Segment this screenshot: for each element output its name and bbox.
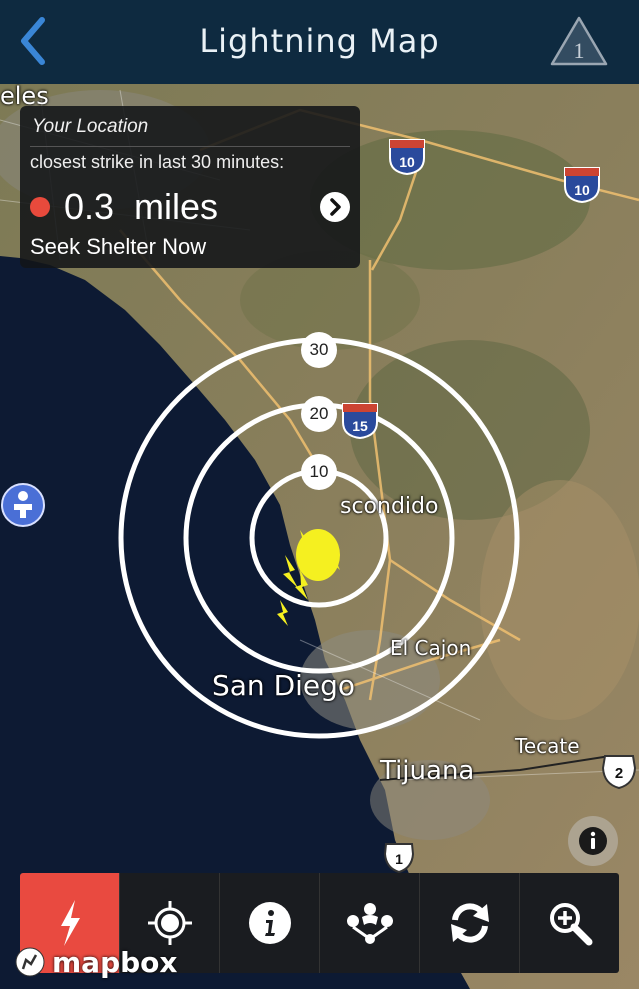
user-location-pin-icon[interactable] [0, 482, 46, 528]
interstate-10-shield: 10 [564, 167, 600, 204]
highway-number: 15 [352, 418, 368, 434]
place-label: scondido [340, 494, 439, 519]
zoom-icon [549, 903, 592, 946]
divider [30, 146, 350, 147]
locate-icon [147, 901, 192, 945]
page-title: Lightning Map [199, 22, 440, 60]
refresh-icon [450, 903, 489, 943]
chevron-right-icon [330, 198, 341, 216]
location-info-panel: Your Location closest strike in last 30 … [20, 106, 360, 268]
details-button[interactable] [320, 192, 350, 222]
distance-unit: miles [134, 186, 219, 227]
warning-triangle-icon: 1 [550, 16, 608, 66]
refresh-button[interactable] [420, 873, 520, 973]
info-button[interactable] [220, 873, 320, 973]
state-route-2-shield: 2 [601, 755, 637, 790]
place-label: Tecate [515, 734, 580, 758]
info-icon [248, 902, 291, 944]
alert-button[interactable]: 1 [548, 14, 610, 70]
route-1-shield: 1 [383, 843, 415, 874]
ring-label-30: 30 [301, 332, 337, 368]
mapbox-wordmark: mapbox [52, 945, 178, 979]
interstate-10-shield: 10 [389, 139, 425, 176]
alert-count: 1 [574, 38, 585, 63]
zoom-button[interactable] [520, 873, 619, 973]
map-info-button[interactable] [568, 816, 618, 866]
place-label: San Diego [212, 669, 356, 702]
strike-dot-icon [30, 197, 50, 217]
panel-heading: Your Location [32, 116, 149, 137]
network-icon [346, 903, 393, 944]
interstate-15-shield: 15 [342, 403, 378, 440]
safety-advice: Seek Shelter Now [30, 234, 207, 259]
distance-value: 0.3 [64, 186, 115, 227]
ring-label-10: 10 [301, 454, 337, 490]
panel-subtitle: closest strike in last 30 minutes: [30, 152, 285, 172]
network-button[interactable] [320, 873, 420, 973]
highway-number: 2 [615, 765, 623, 782]
highway-number: 10 [399, 154, 415, 170]
highway-number: 1 [395, 851, 403, 867]
terrain-patch [480, 480, 639, 720]
ring-label-20: 20 [301, 396, 337, 432]
info-icon [579, 827, 607, 855]
header-bar: Lightning Map 1 [0, 0, 639, 84]
highway-number: 10 [574, 182, 590, 198]
place-label: Tijuana [380, 756, 475, 786]
closest-strike-distance: 0.3 miles [30, 186, 218, 228]
mapbox-logo-icon [15, 947, 45, 977]
place-label: El Cajon [390, 636, 472, 660]
lightning-icon [60, 900, 80, 946]
mapbox-attribution[interactable]: mapbox [14, 942, 177, 982]
